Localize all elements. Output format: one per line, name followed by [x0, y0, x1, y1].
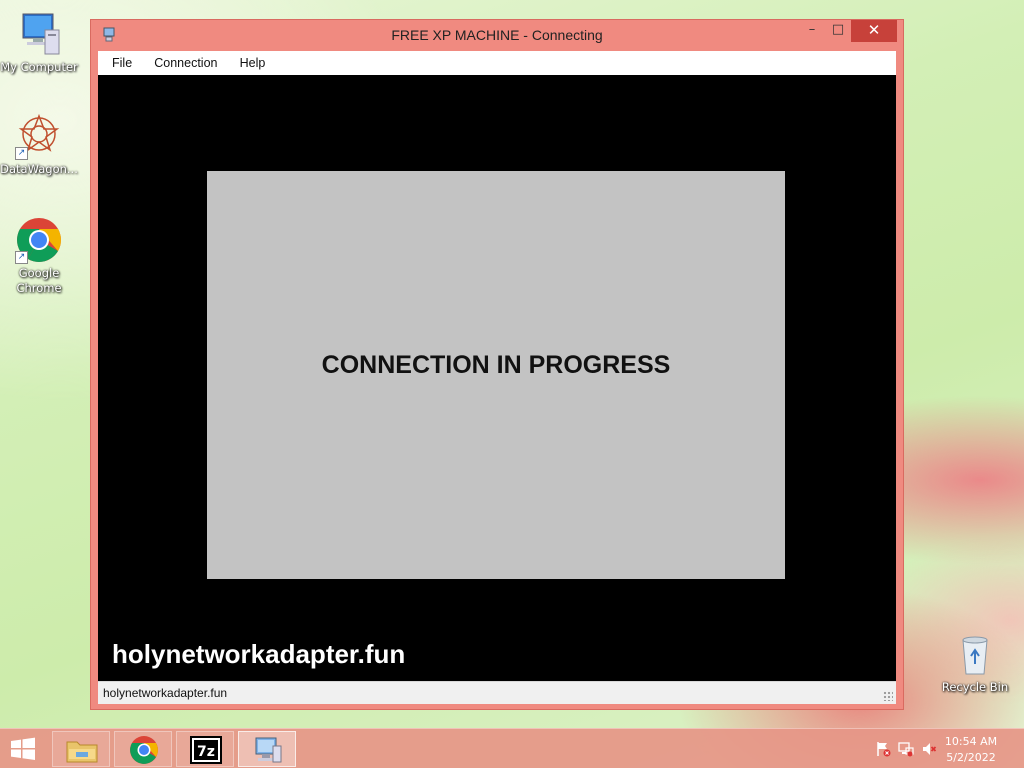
desktop-icon-label: Google Chrome	[16, 266, 62, 295]
taskbar-remote-connection[interactable]	[238, 731, 296, 767]
watermark-text: holynetworkadapter.fun	[112, 639, 406, 669]
remote-connection-window: FREE XP MACHINE - Connecting – □ ✕ File …	[90, 19, 904, 710]
taskbar-file-explorer[interactable]	[52, 731, 110, 767]
minimize-button[interactable]: –	[799, 20, 825, 42]
recycle-bin-icon	[951, 630, 999, 678]
close-button[interactable]: ✕	[851, 20, 897, 42]
chrome-icon: ↗	[15, 216, 63, 264]
desktop-icon-label: My Computer	[0, 60, 78, 74]
clock-date: 5/2/2022	[946, 751, 996, 764]
start-button[interactable]	[8, 737, 38, 761]
connection-status-panel: CONNECTION IN PROGRESS	[207, 171, 785, 579]
connection-status-text: CONNECTION IN PROGRESS	[321, 351, 671, 379]
desktop-icon-recycle-bin[interactable]: Recycle Bin	[936, 630, 1014, 695]
system-clock[interactable]: 10:54 AM 5/2/2022	[936, 734, 1006, 766]
status-text: holynetworkadapter.fun	[103, 686, 228, 700]
desktop-icon-google-chrome[interactable]: ↗ Google Chrome	[0, 216, 78, 296]
window-title: FREE XP MACHINE - Connecting	[391, 27, 603, 43]
desktop-icon-datawagon[interactable]: ↗ DataWagon...	[0, 112, 78, 177]
menu-connection[interactable]: Connection	[147, 51, 224, 75]
window-titlebar[interactable]: FREE XP MACHINE - Connecting – □ ✕	[91, 20, 903, 51]
7zip-icon-text: 7z	[197, 744, 215, 760]
chrome-icon	[130, 736, 158, 764]
menu-file[interactable]: File	[105, 51, 139, 75]
7zip-icon: 7z	[190, 736, 222, 764]
taskbar: 7z 10:54 AM 5/2/2022	[0, 728, 1024, 768]
windows-logo-icon	[11, 737, 35, 760]
maximize-button[interactable]: □	[825, 20, 851, 42]
action-center-flag-icon[interactable]	[875, 741, 891, 757]
remote-display-area[interactable]: CONNECTION IN PROGRESS holynetworkadapte…	[98, 75, 896, 681]
folder-icon	[66, 741, 98, 763]
desktop-icon-label: DataWagon...	[0, 162, 78, 176]
taskbar-7zip[interactable]: 7z	[176, 731, 234, 767]
taskbar-google-chrome[interactable]	[114, 731, 172, 767]
resize-grip-icon[interactable]	[883, 691, 893, 701]
status-bar: holynetworkadapter.fun	[98, 681, 896, 704]
computer-icon	[15, 10, 63, 58]
desktop-icon-label: Recycle Bin	[941, 680, 1009, 694]
network-computer-icon	[255, 737, 282, 763]
shortcut-arrow-icon: ↗	[15, 251, 28, 264]
volume-muted-icon[interactable]	[921, 741, 937, 757]
menu-bar: File Connection Help	[98, 51, 896, 75]
datawagon-icon: ↗	[15, 112, 63, 160]
desktop-icon-my-computer[interactable]: My Computer	[0, 10, 78, 75]
network-icon[interactable]	[898, 741, 914, 757]
clock-time: 10:54 AM	[944, 735, 998, 748]
menu-help[interactable]: Help	[233, 51, 273, 75]
shortcut-arrow-icon: ↗	[15, 147, 28, 160]
